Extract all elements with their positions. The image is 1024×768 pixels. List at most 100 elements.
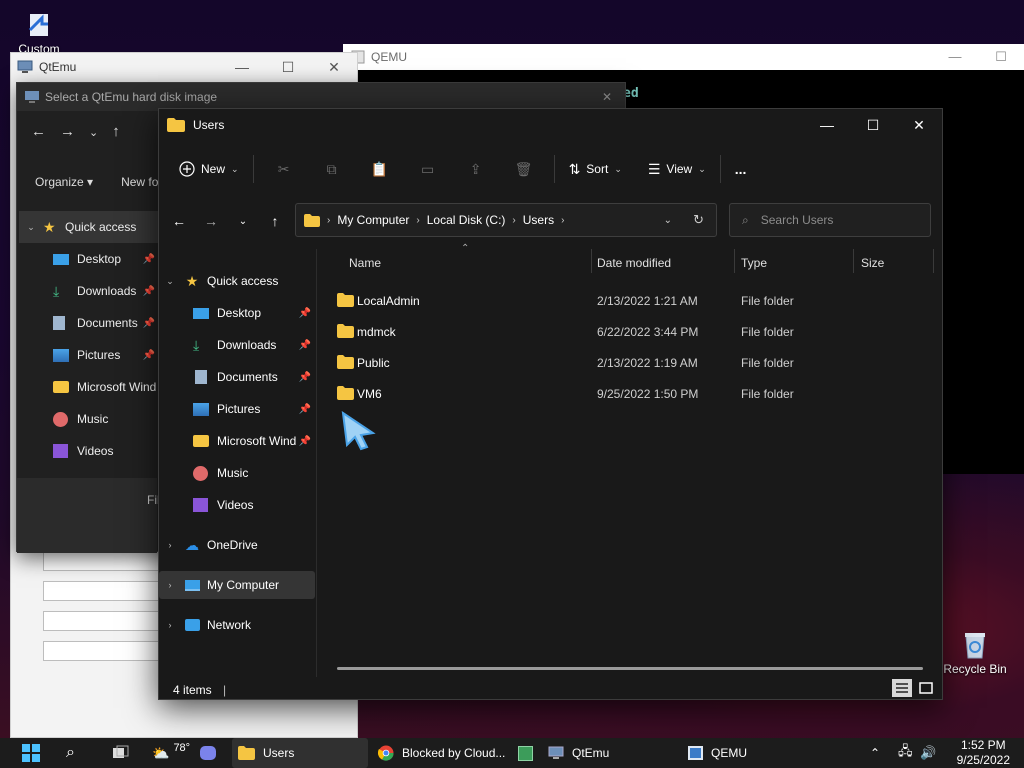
rename-icon[interactable]: ▭ <box>404 161 452 178</box>
table-row[interactable]: VM6 9/25/2022 1:50 PM File folder <box>329 379 929 409</box>
nav-item-videos[interactable]: Videos <box>159 491 315 519</box>
column-header-size[interactable]: Size <box>861 249 884 277</box>
desktop-icon-recycle-bin[interactable]: Recycle Bin <box>940 630 1010 676</box>
close-button[interactable]: ✕ <box>311 59 357 76</box>
nav-item-network[interactable]: › Network <box>159 611 315 639</box>
explorer-titlebar[interactable]: Users — ☐ ✕ <box>159 109 942 141</box>
file-dialog-titlebar[interactable]: Select a QtEmu hard disk image ✕ <box>17 83 625 111</box>
delete-icon[interactable]: 🗑 <box>500 161 548 178</box>
nav-item-desktop[interactable]: Desktop 📌 <box>159 299 315 327</box>
column-header-name[interactable]: Name <box>349 249 381 277</box>
sidebar-item-videos[interactable]: Videos <box>19 435 159 467</box>
qemu-titlebar[interactable]: QEMU — ☐ <box>343 44 1024 70</box>
maximize-button[interactable]: ☐ <box>978 49 1024 65</box>
sort-button[interactable]: ⇅ Sort ⌄ <box>561 153 630 185</box>
nav-item-quick-access[interactable]: ⌄ ★ Quick access <box>159 267 315 295</box>
chevron-right-icon[interactable]: › <box>512 215 515 226</box>
sidebar-item-microsoft-windows[interactable]: Microsoft Wind <box>19 371 159 403</box>
chevron-right-icon[interactable]: › <box>416 215 419 226</box>
up-button[interactable]: ↑ <box>112 123 120 140</box>
taskbar-app-qemu[interactable]: QEMU <box>688 738 747 768</box>
forward-button[interactable]: → <box>195 213 227 229</box>
breadcrumb-my-computer[interactable]: My Computer <box>337 213 409 227</box>
details-view-icon[interactable] <box>892 679 912 697</box>
volume-control[interactable]: 🔊 <box>920 738 936 768</box>
teams-chat-button[interactable] <box>200 738 216 768</box>
taskbar-app-users[interactable]: Users <box>232 738 368 768</box>
chevron-right-icon[interactable]: › <box>561 215 564 226</box>
breadcrumb-local-disk[interactable]: Local Disk (C:) <box>427 213 506 227</box>
minimize-button[interactable]: — <box>932 49 978 65</box>
address-history-dropdown[interactable]: ⌄ <box>664 215 672 226</box>
pin-icon[interactable]: 📌 <box>299 372 311 383</box>
sidebar-item-quick-access[interactable]: ⌄ ★ Quick access <box>19 211 159 243</box>
recent-dropdown-button[interactable]: ⌄ <box>89 123 98 140</box>
column-divider[interactable] <box>933 249 934 273</box>
weather-widget[interactable]: ⛅ 78° <box>152 738 190 768</box>
show-hidden-icons-button[interactable]: ⌃ <box>870 738 880 768</box>
chevron-right-icon[interactable]: › <box>159 580 181 590</box>
chevron-down-icon[interactable]: ⌄ <box>159 276 181 287</box>
column-divider[interactable] <box>853 249 854 273</box>
start-button[interactable] <box>22 738 40 768</box>
sidebar-item-documents[interactable]: Documents 📌 <box>19 307 159 339</box>
cut-icon[interactable]: ✂ <box>260 161 308 178</box>
search-input[interactable]: ⌕ Search Users <box>729 203 931 237</box>
recent-dropdown-button[interactable]: ⌄ <box>227 216 259 227</box>
table-row[interactable]: mdmck 6/22/2022 3:44 PM File folder <box>329 317 929 347</box>
large-icons-view-icon[interactable] <box>916 679 936 697</box>
up-button[interactable]: ↑ <box>259 213 291 229</box>
network-status[interactable]: 🖧 <box>898 738 913 768</box>
table-row[interactable]: LocalAdmin 2/13/2022 1:21 AM File folder <box>329 286 929 316</box>
sidebar-item-downloads[interactable]: ⤓ Downloads 📌 <box>19 275 159 307</box>
maximize-button[interactable]: ☐ <box>850 109 896 141</box>
minimize-button[interactable]: — <box>804 109 850 141</box>
organize-button[interactable]: Organize ▾ <box>35 175 93 189</box>
breadcrumb-users[interactable]: Users <box>523 213 554 227</box>
nav-item-microsoft-windows[interactable]: Microsoft Wind 📌 <box>159 427 315 455</box>
nav-item-documents[interactable]: Documents 📌 <box>159 363 315 391</box>
sidebar-item-desktop[interactable]: Desktop 📌 <box>19 243 159 275</box>
nav-item-downloads[interactable]: ⤓ Downloads 📌 <box>159 331 315 359</box>
copy-icon[interactable]: ⧉ <box>308 161 356 178</box>
desktop-icon-custom[interactable]: Custom <box>4 10 74 56</box>
horizontal-scrollbar[interactable] <box>337 667 923 670</box>
minimize-button[interactable]: — <box>219 59 265 76</box>
nav-item-music[interactable]: Music <box>159 459 315 487</box>
qtemu-titlebar[interactable]: QtEmu — ☐ ✕ <box>11 53 357 81</box>
new-folder-button[interactable]: New fo <box>121 175 158 189</box>
pin-icon[interactable]: 📌 <box>299 308 311 319</box>
taskbar-app-chrome[interactable]: Blocked by Cloud... <box>378 738 505 768</box>
nav-item-pictures[interactable]: Pictures 📌 <box>159 395 315 423</box>
more-options-button[interactable]: ... <box>727 153 755 185</box>
share-icon[interactable]: ⇪ <box>452 161 500 178</box>
refresh-icon[interactable]: ↻ <box>693 212 704 228</box>
maximize-button[interactable]: ☐ <box>265 59 311 76</box>
search-button[interactable]: ⌕ <box>66 738 75 768</box>
clock[interactable]: 1:52 PM 9/25/2022 <box>957 738 1010 768</box>
table-row[interactable]: Public 2/13/2022 1:19 AM File folder <box>329 348 929 378</box>
column-divider[interactable] <box>591 249 592 273</box>
pin-icon[interactable]: 📌 <box>299 436 311 447</box>
back-button[interactable]: ← <box>31 123 46 140</box>
pin-icon[interactable]: 📌 <box>299 404 311 415</box>
new-button[interactable]: New ⌄ <box>171 153 247 185</box>
column-divider[interactable] <box>734 249 735 273</box>
explorer-window[interactable]: Users — ☐ ✕ New ⌄ ✂ ⧉ 📋 ▭ ⇪ 🗑 ⇅ Sort ⌄ ☰… <box>158 108 943 700</box>
nav-item-my-computer[interactable]: › My Computer <box>159 571 315 599</box>
sidebar-item-music[interactable]: Music <box>19 403 159 435</box>
close-button[interactable]: ✕ <box>896 109 942 141</box>
nav-item-onedrive[interactable]: › ☁ OneDrive <box>159 531 315 559</box>
taskbar-app-qtemu[interactable]: QtEmu <box>548 738 609 768</box>
chevron-right-icon[interactable]: › <box>159 540 181 550</box>
chevron-right-icon[interactable]: › <box>159 620 181 630</box>
address-bar[interactable]: › My Computer › Local Disk (C:) › Users … <box>295 203 717 237</box>
view-button[interactable]: ☰ View ⌄ <box>640 153 714 185</box>
column-header-date[interactable]: Date modified <box>597 249 671 277</box>
sidebar-item-pictures[interactable]: Pictures 📌 <box>19 339 159 371</box>
forward-button[interactable]: → <box>60 123 75 140</box>
taskbar-app-spreadsheet[interactable] <box>518 738 533 768</box>
column-header-type[interactable]: Type <box>741 249 767 277</box>
paste-icon[interactable]: 📋 <box>356 161 404 178</box>
back-button[interactable]: ← <box>163 213 195 229</box>
